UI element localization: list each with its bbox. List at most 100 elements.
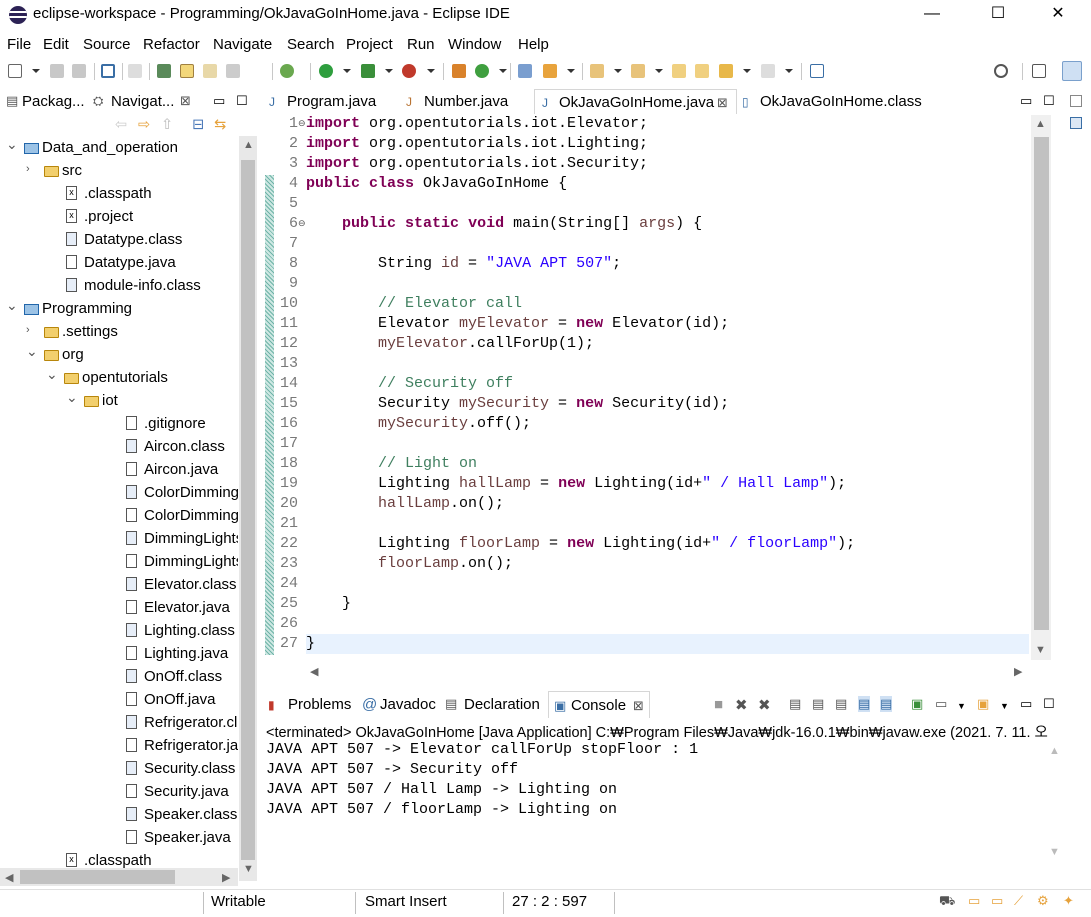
- back-nav-icon[interactable]: ⇦: [115, 117, 127, 133]
- debug-icon[interactable]: [280, 64, 294, 78]
- close-tab-icon[interactable]: ⊠: [633, 698, 644, 714]
- tree-item[interactable]: Datatype.java: [0, 252, 238, 275]
- tab-javadoc[interactable]: Javadoc: [380, 696, 436, 713]
- tree-item[interactable]: Lighting.class: [0, 620, 238, 643]
- tree-item[interactable]: Speaker.java: [0, 827, 238, 850]
- save-icon[interactable]: [50, 64, 64, 78]
- external-tools-dropdown-icon[interactable]: [427, 69, 435, 73]
- java-perspective-icon[interactable]: [1062, 61, 1082, 81]
- tree-item[interactable]: Datatype.class: [0, 229, 238, 252]
- open-folder-icon[interactable]: [518, 64, 532, 78]
- close-tab-icon[interactable]: ⊠: [717, 95, 728, 111]
- tree-item[interactable]: Security.java: [0, 781, 238, 804]
- menu-search[interactable]: Search: [287, 36, 335, 53]
- word-wrap-icon[interactable]: ▤: [835, 696, 847, 712]
- tree-item[interactable]: ⌄ opentutorials: [0, 366, 238, 390]
- remove-launch-icon[interactable]: ✖: [735, 696, 748, 714]
- tree-item[interactable]: Lighting.java: [0, 643, 238, 666]
- pin-editor-icon[interactable]: [810, 64, 824, 78]
- tree-item[interactable]: Speaker.class: [0, 804, 238, 827]
- coverage-dropdown-icon[interactable]: [385, 69, 393, 73]
- new-class-dropdown-icon[interactable]: [499, 69, 507, 73]
- tree-item[interactable]: DimmingLights.ja: [0, 551, 238, 574]
- tree-horizontal-scrollbar[interactable]: ◀ ▶: [0, 868, 238, 886]
- external-tools-icon[interactable]: [402, 64, 416, 78]
- tree-item[interactable]: ColorDimmingLig: [0, 482, 238, 505]
- chevron-down-icon[interactable]: ⌄: [6, 297, 18, 314]
- display-console-icon[interactable]: ▭: [935, 696, 947, 712]
- fold-collapse-icon[interactable]: ⊖: [298, 118, 306, 129]
- forward-edit-icon[interactable]: [695, 64, 709, 78]
- tree-item[interactable]: Security.class: [0, 758, 238, 781]
- link-with-editor-icon[interactable]: ⇆: [214, 117, 226, 133]
- menu-project[interactable]: Project: [346, 36, 393, 53]
- outline-view-icon[interactable]: [1070, 95, 1082, 107]
- editor-tab-number[interactable]: Number.java: [424, 93, 508, 110]
- tree-item[interactable]: ColorDimmingLig: [0, 505, 238, 528]
- menu-window[interactable]: Window: [448, 36, 501, 53]
- back-icon[interactable]: [719, 64, 733, 78]
- terminate-icon[interactable]: ■: [714, 696, 723, 713]
- close-tab-icon[interactable]: ⊠: [180, 93, 191, 109]
- new-icon[interactable]: [8, 64, 22, 78]
- tree-item[interactable]: Aircon.java: [0, 459, 238, 482]
- tree-item[interactable]: ⌄ Programming: [0, 297, 238, 321]
- new-java-class-icon[interactable]: [475, 64, 489, 78]
- forward-icon[interactable]: [761, 64, 775, 78]
- back-dropdown-icon[interactable]: [743, 69, 751, 73]
- new-dropdown-icon[interactable]: [32, 69, 40, 73]
- tree-item[interactable]: › src: [0, 160, 238, 183]
- tree-item[interactable]: ⌄ org: [0, 343, 238, 367]
- chevron-down-icon[interactable]: ⌄: [26, 343, 38, 360]
- wand-icon[interactable]: ⟋: [1014, 893, 1023, 909]
- maximize-editor-icon[interactable]: ☐: [1043, 93, 1055, 109]
- up-nav-icon[interactable]: ⇧: [161, 117, 173, 133]
- console-vertical-scrollbar[interactable]: ▲ ▼: [1045, 742, 1063, 862]
- menu-navigate[interactable]: Navigate: [213, 36, 272, 53]
- tree-item[interactable]: x .project: [0, 206, 238, 229]
- tab-declaration[interactable]: Declaration: [464, 696, 540, 713]
- tree-item[interactable]: OnOff.java: [0, 689, 238, 712]
- save-all-icon[interactable]: [72, 64, 86, 78]
- editor-horizontal-scrollbar[interactable]: ◀ ▶: [306, 664, 1031, 678]
- tips-icon[interactable]: ⛟: [939, 893, 955, 911]
- last-edit-location-icon[interactable]: [672, 64, 686, 78]
- editor-tab-okjavagoinhome-class[interactable]: OkJavaGoInHome.class: [760, 93, 922, 110]
- toggle-block-selection-icon[interactable]: [203, 64, 217, 78]
- menu-run[interactable]: Run: [407, 36, 435, 53]
- editor-vertical-scrollbar[interactable]: ▲ ▼: [1031, 115, 1051, 660]
- editor-tab-program[interactable]: Program.java: [287, 93, 376, 110]
- terminal-icon[interactable]: [101, 64, 115, 78]
- previous-annotation-dropdown-icon[interactable]: [655, 69, 663, 73]
- settings-icon[interactable]: ⚙: [1037, 893, 1049, 909]
- search-dropdown-icon[interactable]: [567, 69, 575, 73]
- show-on-stderr-icon[interactable]: ▤: [880, 696, 893, 712]
- minimize-button[interactable]: —: [909, 0, 955, 30]
- tree-item[interactable]: Aircon.class: [0, 436, 238, 459]
- chevron-right-icon[interactable]: ›: [26, 324, 30, 336]
- scroll-lock-icon[interactable]: ▤: [812, 696, 824, 712]
- close-button[interactable]: ✕: [1035, 0, 1081, 30]
- active-editor-tab[interactable]: J OkJavaGoInHome.java ⊠: [534, 89, 737, 114]
- skip-breakpoints-icon[interactable]: [128, 64, 142, 78]
- open-type-icon[interactable]: [157, 64, 171, 78]
- tree-item[interactable]: ⌄ Data_and_operation: [0, 136, 238, 160]
- minimize-editor-icon[interactable]: ▭: [1020, 93, 1032, 109]
- maximize-console-icon[interactable]: ☐: [1043, 696, 1055, 712]
- menu-refactor[interactable]: Refactor: [143, 36, 200, 53]
- show-whitespace-icon[interactable]: [226, 64, 240, 78]
- next-annotation-icon[interactable]: [590, 64, 604, 78]
- run-icon[interactable]: [319, 64, 333, 78]
- menu-help[interactable]: Help: [518, 36, 549, 53]
- new-java-package-icon[interactable]: [452, 64, 466, 78]
- minimize-console-icon[interactable]: ▭: [1020, 696, 1032, 712]
- chevron-down-icon[interactable]: ⌄: [46, 366, 58, 383]
- chevron-down-icon[interactable]: ⌄: [6, 136, 18, 153]
- tree-vertical-scrollbar[interactable]: ▲ ▼: [239, 136, 257, 881]
- display-console-dropdown-icon[interactable]: ▼: [957, 701, 966, 711]
- minimize-view-icon[interactable]: ▭: [213, 93, 225, 109]
- tab-problems[interactable]: Problems: [288, 696, 351, 713]
- lightbulb-icon[interactable]: ✦: [1063, 893, 1074, 909]
- tree-item[interactable]: ⌄ iot: [0, 389, 238, 413]
- tree-item[interactable]: OnOff.class: [0, 666, 238, 689]
